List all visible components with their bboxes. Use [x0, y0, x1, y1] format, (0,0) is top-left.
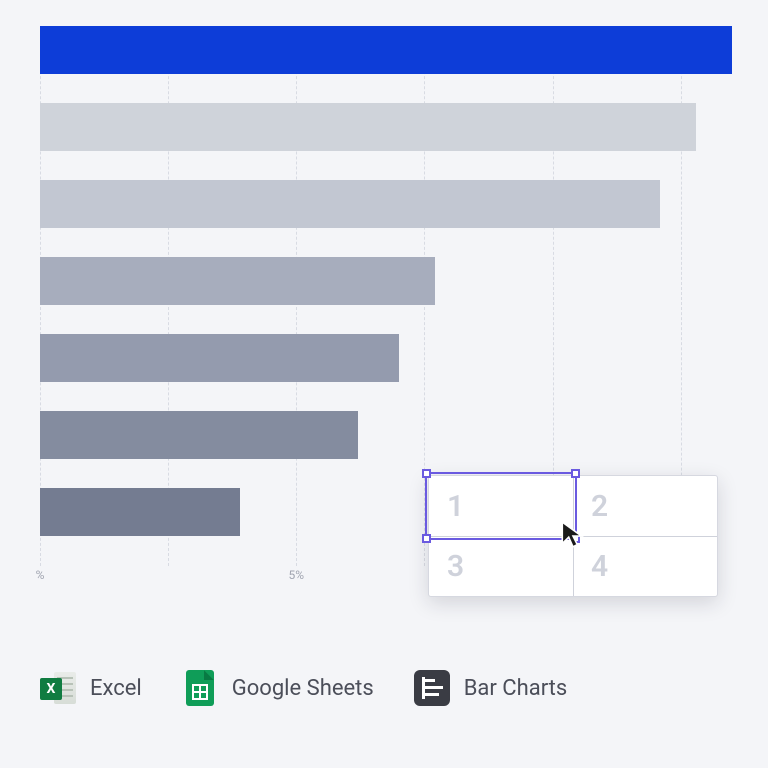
excel-icon: X: [40, 670, 76, 706]
x-tick-label: %: [36, 568, 45, 582]
bar-2: [40, 103, 696, 151]
x-tick-label: 5%: [289, 568, 305, 582]
bar-6: [40, 411, 358, 459]
legend-row: X Excel Google Sheets Bar Charts: [40, 670, 567, 706]
legend-sheets[interactable]: Google Sheets: [182, 670, 374, 706]
legend-barcharts-label: Bar Charts: [464, 676, 568, 701]
sel-cell-4[interactable]: 4: [573, 536, 717, 596]
legend-sheets-label: Google Sheets: [232, 676, 374, 701]
sel-cell-3[interactable]: 3: [429, 536, 573, 596]
bar-4: [40, 257, 435, 305]
bar-5: [40, 334, 399, 382]
sel-cell-1[interactable]: 1: [429, 476, 573, 536]
legend-excel-label: Excel: [90, 676, 142, 701]
legend-barcharts[interactable]: Bar Charts: [414, 670, 568, 706]
bar-chart-icon: [414, 670, 450, 706]
selection-panel[interactable]: 1 2 3 4: [428, 475, 718, 597]
sel-cell-2[interactable]: 2: [573, 476, 717, 536]
bar-7: [40, 488, 240, 536]
bar-3: [40, 180, 660, 228]
bar-1: [40, 26, 732, 74]
google-sheets-icon: [182, 670, 218, 706]
sel-divider-horizontal: [429, 536, 717, 537]
legend-excel[interactable]: X Excel: [40, 670, 142, 706]
